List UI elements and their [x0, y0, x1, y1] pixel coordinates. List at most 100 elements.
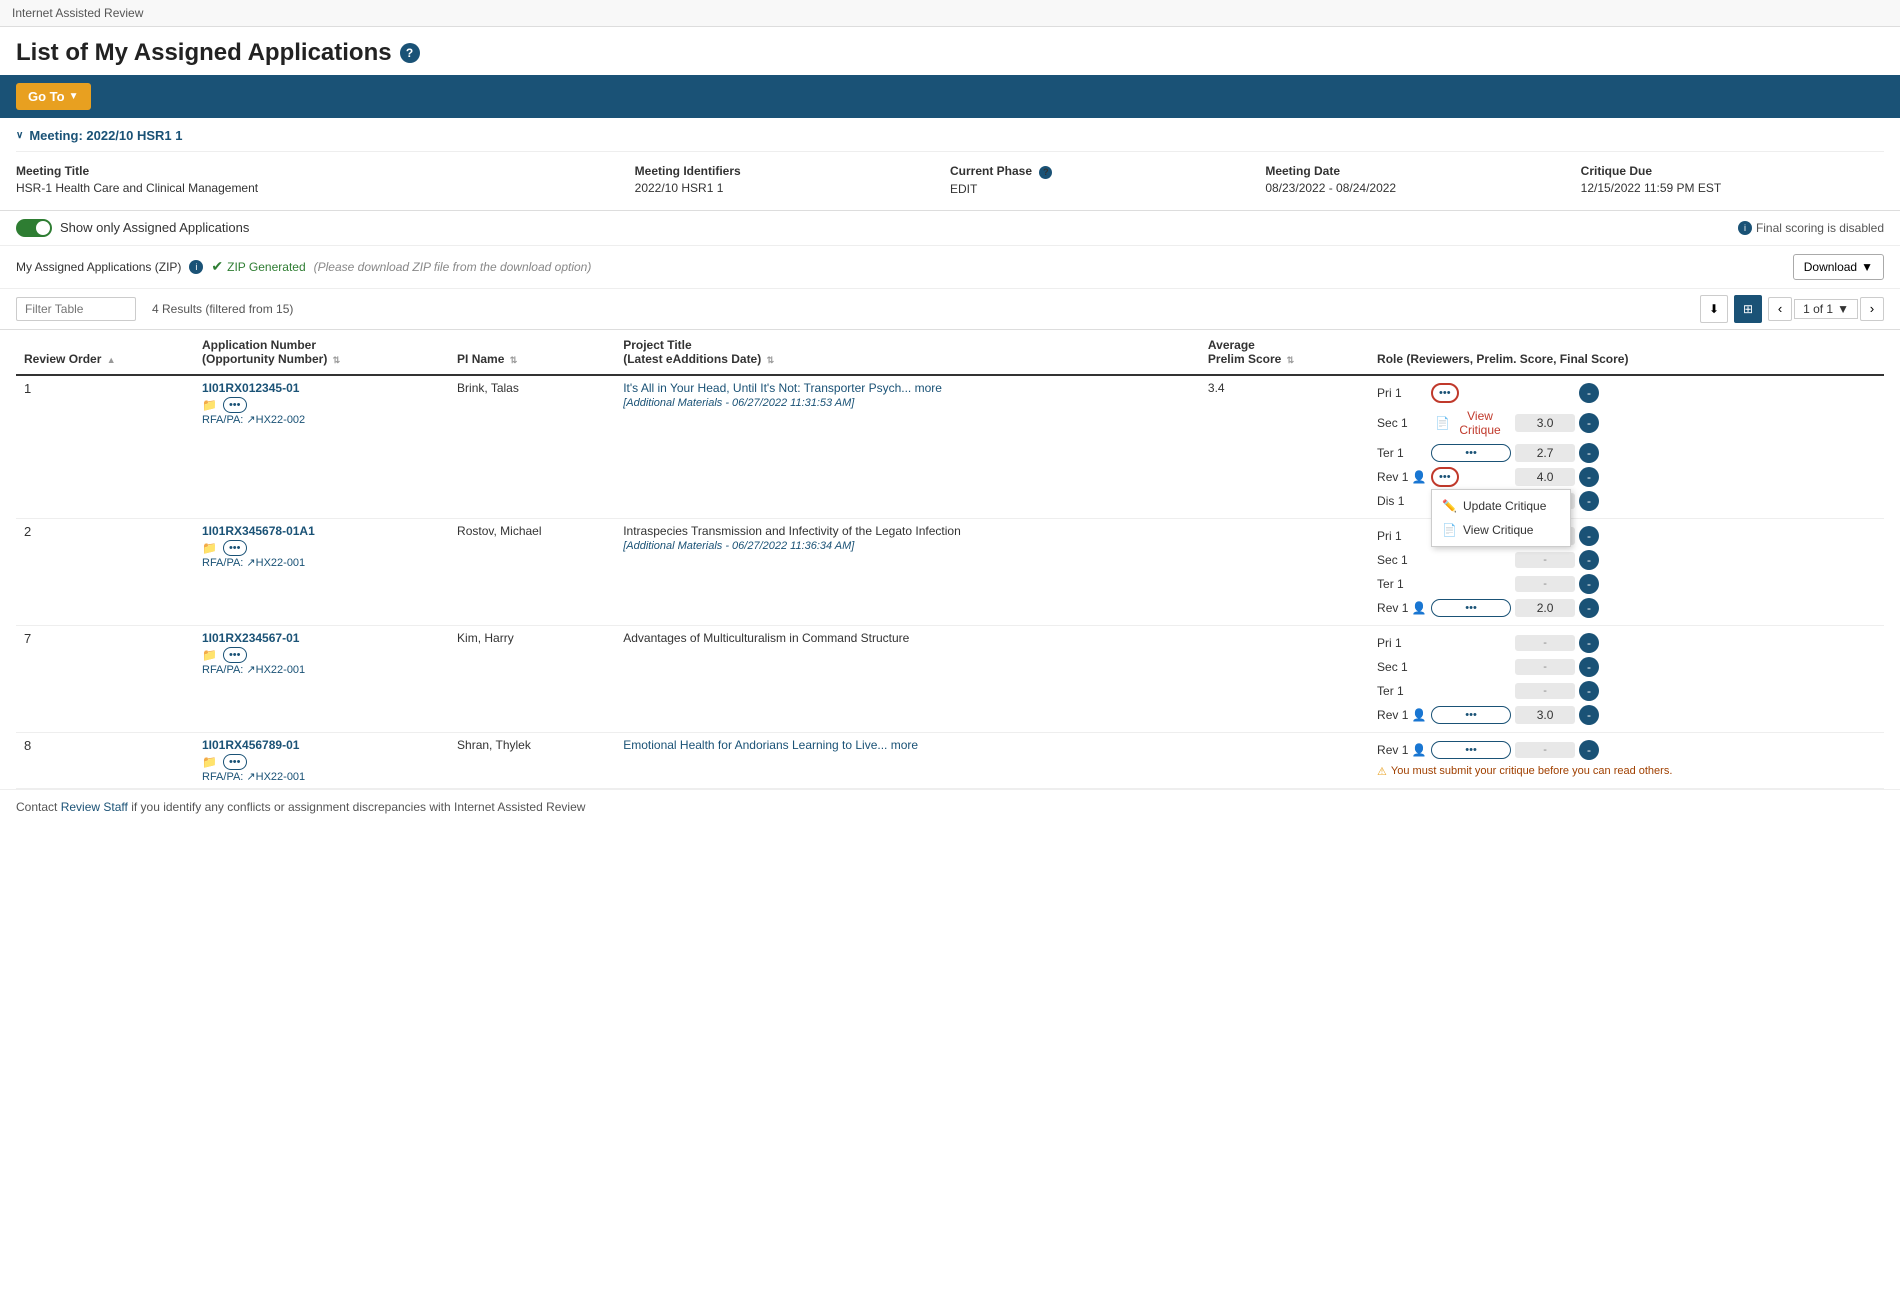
folder-icon: 📁 — [202, 541, 217, 555]
zip-status-text: ZIP Generated — [227, 260, 306, 274]
rev1-score: - — [1515, 742, 1575, 758]
pri1-final-btn[interactable]: - — [1579, 383, 1599, 403]
sec1-view-critique-btn[interactable]: 📄 View Critique — [1431, 407, 1511, 439]
pi-name-cell: Rostov, Michael — [449, 518, 615, 625]
zip-status: ✔ ZIP Generated — [211, 258, 305, 275]
app-options-btn[interactable]: ••• — [223, 540, 247, 556]
dis1-final-btn[interactable]: - — [1579, 491, 1599, 511]
review-order-cell: 7 — [16, 625, 194, 732]
applications-table: Review Order ▲ Application Number(Opport… — [16, 330, 1884, 789]
review-order-cell: 1 — [16, 375, 194, 519]
zip-info-icon[interactable]: i — [189, 260, 203, 274]
export-icon-btn[interactable]: ⬇ — [1700, 295, 1728, 323]
ter1-final-btn[interactable]: - — [1579, 681, 1599, 701]
prev-page-btn[interactable]: ‹ — [1768, 297, 1792, 321]
warning-row: ⚠ You must submit your critique before y… — [1377, 762, 1876, 781]
ter1-final-btn[interactable]: - — [1579, 443, 1599, 463]
rev1-final-btn[interactable]: - — [1579, 740, 1599, 760]
document-icon: 📄 — [1435, 416, 1450, 430]
meeting-section-label: Meeting: 2022/10 HSR1 1 — [29, 128, 182, 143]
person-icon: 👤 — [1412, 601, 1427, 615]
rfa-link[interactable]: ↗HX22-001 — [246, 664, 305, 676]
page-dropdown-icon[interactable]: ▼ — [1837, 302, 1849, 316]
footer-text-before: Contact — [16, 800, 61, 814]
page-title-area: List of My Assigned Applications ? — [0, 27, 1900, 75]
app-options-btn[interactable]: ••• — [223, 647, 247, 663]
page-info: 1 of 1 ▼ — [1794, 299, 1858, 319]
next-page-btn[interactable]: › — [1860, 297, 1884, 321]
update-critique-btn[interactable]: ✏️ Update Critique — [1432, 494, 1570, 518]
rfa-link[interactable]: ↗HX22-002 — [246, 414, 305, 426]
rev1-final-btn[interactable]: - — [1579, 598, 1599, 618]
show-assigned-toggle[interactable] — [16, 219, 52, 237]
meeting-phase-value: EDIT — [950, 182, 977, 196]
role-rev1-row: Rev 1 👤 ••• ✏️ Update Critique 📄 View Cr… — [1377, 465, 1876, 489]
project-title-cell: Emotional Health for Andorians Learning … — [615, 732, 1200, 788]
pencil-icon: ✏️ — [1442, 499, 1457, 513]
meeting-toggle[interactable]: ∨ Meeting: 2022/10 HSR1 1 — [16, 128, 1884, 143]
col-role: Role (Reviewers, Prelim. Score, Final Sc… — [1369, 330, 1884, 375]
ter1-final-btn[interactable]: - — [1579, 574, 1599, 594]
rfa-link[interactable]: ↗HX22-001 — [246, 557, 305, 569]
phase-help-icon[interactable]: ? — [1039, 166, 1052, 179]
app-options-btn[interactable]: ••• — [223, 754, 247, 770]
meeting-identifiers-col: Meeting Identifiers 2022/10 HSR1 1 — [635, 164, 938, 196]
goto-button[interactable]: Go To ▼ — [16, 83, 91, 110]
pri1-dots-btn[interactable]: ••• — [1431, 383, 1459, 403]
grid-view-btn[interactable]: ⊞ — [1734, 295, 1762, 323]
person-icon: 👤 — [1412, 470, 1427, 484]
warning-text: You must submit your critique before you… — [1391, 765, 1672, 777]
rfa-link[interactable]: ↗HX22-001 — [246, 771, 305, 783]
app-number-cell: 1I01RX345678-01A1 📁 ••• RFA/PA: ↗HX22-00… — [194, 518, 449, 625]
app-header-text: Internet Assisted Review — [12, 6, 143, 20]
role-rev1-row: Rev 1 👤 ••• 3.0 - — [1377, 703, 1876, 727]
view-critique-btn-popup[interactable]: 📄 View Critique — [1432, 518, 1570, 542]
checkmark-icon: ✔ — [211, 258, 223, 275]
col-review-order: Review Order ▲ — [16, 330, 194, 375]
project-title-link[interactable]: It's All in Your Head, Until It's Not: T… — [623, 381, 942, 395]
meeting-title-value: HSR-1 Health Care and Clinical Managemen… — [16, 181, 258, 195]
pi-name-cell: Shran, Thylek — [449, 732, 615, 788]
role-sec1-row: Sec 1 📄 View Critique 3.0 - — [1377, 405, 1876, 441]
sec1-final-btn[interactable]: - — [1579, 657, 1599, 677]
role-cell: Pri 1 ••• - Sec 1 📄 View Critique 3.0 — [1369, 375, 1884, 519]
rev1-score: 4.0 — [1515, 468, 1575, 486]
rev1-dots-btn[interactable]: ••• — [1431, 599, 1511, 617]
table-row: 1 1I01RX012345-01 📁 ••• RFA/PA: ↗HX22-00… — [16, 375, 1884, 519]
pri1-final-btn[interactable]: - — [1579, 526, 1599, 546]
project-title-cell: It's All in Your Head, Until It's Not: T… — [615, 375, 1200, 519]
folder-icon: 📁 — [202, 398, 217, 412]
pi-name-cell: Brink, Talas — [449, 375, 615, 519]
col-project-title: Project Title(Latest eAdditions Date) ⇅ — [615, 330, 1200, 375]
rev1-final-btn[interactable]: - — [1579, 705, 1599, 725]
results-count: 4 Results (filtered from 15) — [152, 302, 293, 316]
filter-table-input[interactable] — [16, 297, 136, 321]
review-staff-link[interactable]: Review Staff — [61, 800, 128, 814]
role-rev1-row: Rev 1 👤 ••• 2.0 - — [1377, 596, 1876, 620]
zip-note: (Please download ZIP file from the downl… — [314, 260, 592, 274]
rev1-dots-btn[interactable]: ••• — [1431, 706, 1511, 724]
rev1-final-btn[interactable]: - — [1579, 467, 1599, 487]
chevron-down-icon: ∨ — [16, 130, 23, 141]
sec1-final-btn[interactable]: - — [1579, 413, 1599, 433]
additional-materials-link[interactable]: [Additional Materials - 06/27/2022 11:31… — [623, 397, 1192, 409]
pagination: ‹ 1 of 1 ▼ › — [1768, 297, 1884, 321]
meeting-critique-value: 12/15/2022 11:59 PM EST — [1581, 181, 1722, 195]
table-row: 2 1I01RX345678-01A1 📁 ••• RFA/PA: ↗HX22-… — [16, 518, 1884, 625]
download-button[interactable]: Download ▼ — [1793, 254, 1884, 280]
rev1-dots-btn[interactable]: ••• — [1431, 467, 1459, 487]
app-options-btn[interactable]: ••• — [223, 397, 247, 413]
page-help-icon[interactable]: ? — [400, 43, 420, 63]
avg-prelim-cell — [1200, 518, 1369, 625]
additional-materials-link[interactable]: [Additional Materials - 06/27/2022 11:36… — [623, 540, 1192, 552]
role-ter1-row: Ter 1 - - — [1377, 679, 1876, 703]
sec1-final-btn[interactable]: - — [1579, 550, 1599, 570]
ter1-dots-btn[interactable]: ••• — [1431, 444, 1511, 462]
pri1-final-btn[interactable]: - — [1579, 633, 1599, 653]
app-number-cell: 1I01RX012345-01 📁 ••• RFA/PA: ↗HX22-002 — [194, 375, 449, 519]
avg-prelim-cell — [1200, 732, 1369, 788]
rev1-dots-btn[interactable]: ••• — [1431, 741, 1511, 759]
project-title-link[interactable]: Emotional Health for Andorians Learning … — [623, 738, 918, 752]
document-icon: 📄 — [1442, 523, 1457, 537]
project-title-cell: Intraspecies Transmission and Infectivit… — [615, 518, 1200, 625]
